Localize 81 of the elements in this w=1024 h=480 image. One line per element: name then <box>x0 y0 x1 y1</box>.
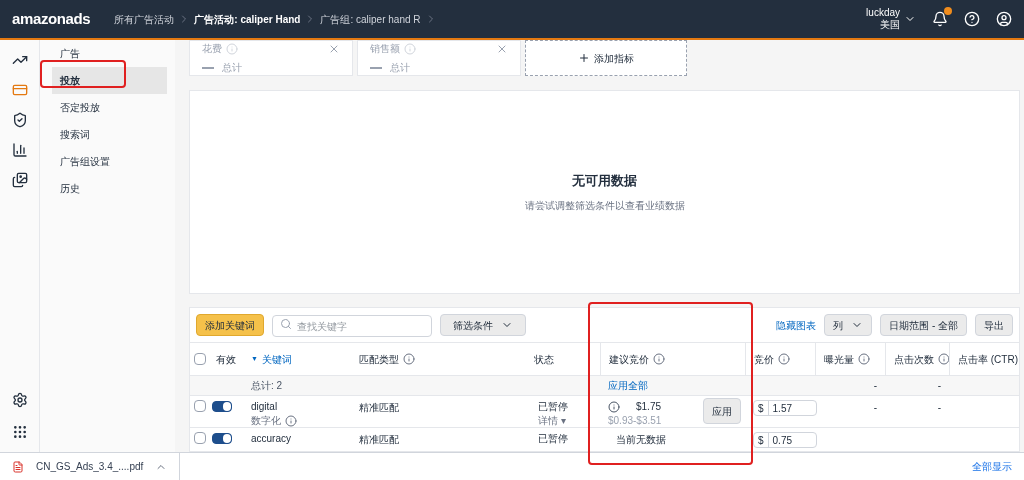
add-metric-button[interactable]: 添加指标 <box>525 40 687 76</box>
bid-range: $0.93-$3.51 <box>608 414 662 428</box>
toggle-switch[interactable] <box>212 433 232 444</box>
status-text: 已暂停 <box>538 400 569 414</box>
line-swatch <box>370 66 382 69</box>
details-link[interactable]: 详情 ▾ <box>538 414 600 428</box>
keyword-translation: 数字化 <box>251 414 355 428</box>
date-range-button[interactable]: 日期范围 - 全部 <box>880 314 967 336</box>
suggested-bid: $1.75 <box>636 400 662 414</box>
select-all-checkbox[interactable] <box>194 353 206 365</box>
columns-dropdown[interactable]: 列 <box>824 314 873 336</box>
nav-item[interactable]: 历史 <box>52 175 167 202</box>
add-keyword-button[interactable]: 添加关键词 <box>196 314 264 336</box>
breadcrumb-link[interactable]: 广告组: caliper hand R <box>320 11 421 27</box>
currency-label: $ <box>754 432 769 448</box>
download-item[interactable]: CN_GS_Ads_3.4_....pdf <box>12 453 181 480</box>
logo[interactable]: amazonads <box>12 7 91 31</box>
info-icon <box>285 415 297 427</box>
bid-field[interactable]: $ 1.57 <box>753 400 817 416</box>
row-checkbox[interactable] <box>194 432 206 444</box>
settings-icon[interactable] <box>11 392 28 408</box>
empty-title: 无可用数据 <box>572 171 637 190</box>
info-icon <box>938 353 950 365</box>
hide-chart-link[interactable]: 隐藏图表 <box>776 317 817 333</box>
apply-all-link[interactable]: 应用全部 <box>600 378 745 393</box>
column-header[interactable]: 点击率 (CTR) <box>958 351 1018 367</box>
column-header[interactable]: 建议竞价 <box>609 351 665 367</box>
info-icon <box>403 353 415 365</box>
table-cell-text: - <box>936 401 942 415</box>
keyword-text: accuracy <box>251 432 292 446</box>
show-all-link[interactable]: 全部显示 <box>972 459 1012 474</box>
metric-total: 总计 <box>222 61 242 75</box>
column-header[interactable]: 关键词 <box>261 351 292 367</box>
user-icon[interactable] <box>996 11 1012 27</box>
info-icon <box>226 42 238 55</box>
nav-item[interactable]: 投放 <box>52 67 167 94</box>
currency-label: $ <box>754 400 769 416</box>
filter-dropdown[interactable]: 筛选条件 <box>440 314 526 336</box>
row-checkbox[interactable] <box>194 400 206 412</box>
apps-icon[interactable] <box>11 424 28 440</box>
help-icon[interactable] <box>964 11 980 27</box>
pdf-icon <box>12 460 24 473</box>
column-header[interactable]: 点击次数 <box>894 351 950 367</box>
line-swatch <box>202 66 214 69</box>
metric-label: 销售额 <box>370 42 400 56</box>
table-cell-text: - <box>872 401 878 415</box>
metric-total: 总计 <box>390 61 410 75</box>
breadcrumb-link[interactable]: 广告活动: caliper Hand <box>194 11 301 27</box>
info-icon <box>404 42 416 55</box>
account-menu[interactable]: luckday 美国 <box>866 6 916 32</box>
status-text: 已暂停 <box>538 432 569 446</box>
apply-button[interactable]: 应用 <box>703 398 741 424</box>
empty-subtitle: 请尝试调整筛选条件以查看业绩数据 <box>524 199 685 214</box>
plus-icon <box>578 52 590 64</box>
no-data-text: 当前无数据 <box>615 433 667 447</box>
bid-field[interactable]: $ 0.75 <box>753 432 817 448</box>
column-header[interactable]: 状态 <box>534 351 554 367</box>
search-field[interactable]: 查找关键字 <box>272 315 432 338</box>
total-count: 总计: 2 <box>250 379 284 393</box>
search-icon <box>280 317 292 330</box>
match-type: 精准匹配 <box>358 401 400 415</box>
nav-item[interactable]: 广告 <box>52 40 167 67</box>
keyword-text: digital <box>251 400 279 414</box>
nav-item[interactable]: 广告组设置 <box>52 148 167 175</box>
column-header[interactable]: 匹配类型 <box>359 351 415 367</box>
metric-label: 花费 <box>202 42 222 56</box>
match-type: 精准匹配 <box>358 433 400 447</box>
table-cell-text: - <box>872 379 878 393</box>
info-icon <box>653 353 665 365</box>
column-header[interactable]: 有效 <box>216 351 236 367</box>
export-button[interactable]: 导出 <box>975 314 1013 336</box>
breadcrumb-link[interactable]: 所有广告活动 <box>114 11 175 27</box>
toggle-switch[interactable] <box>212 401 232 412</box>
nav-item[interactable]: 否定投放 <box>52 94 167 121</box>
nav-item[interactable]: 搜索词 <box>52 121 167 148</box>
column-header[interactable]: 曝光量 <box>824 351 870 367</box>
table-cell-text: - <box>936 379 942 393</box>
column-header[interactable]: 竞价 <box>754 351 790 367</box>
info-icon <box>778 353 790 365</box>
info-icon <box>608 401 620 413</box>
info-icon <box>858 353 870 365</box>
